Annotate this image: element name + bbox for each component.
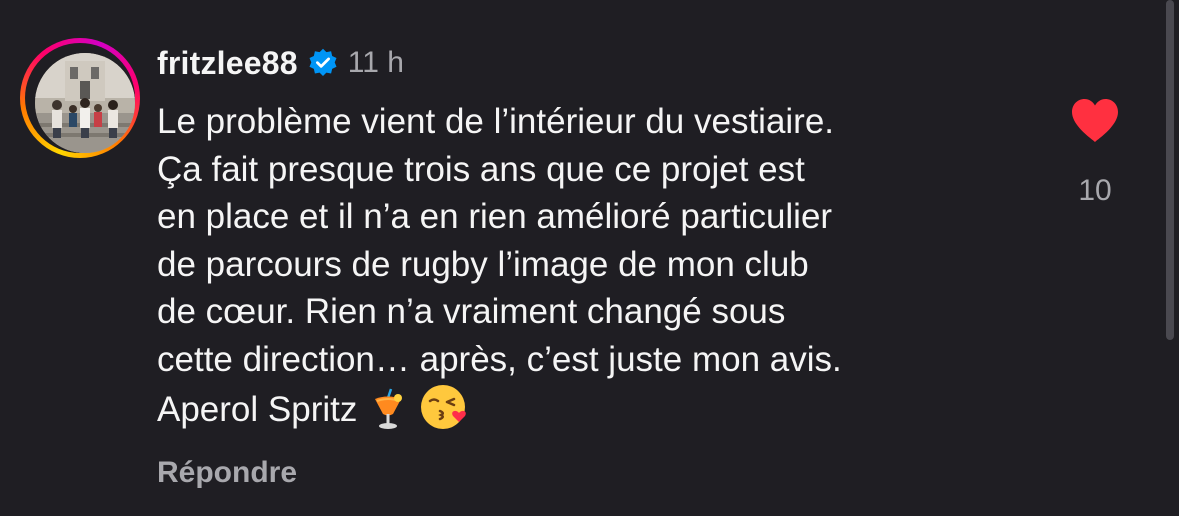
comment-line: en place et il n’a en rien amélioré part… xyxy=(157,197,833,236)
comment-timestamp: 11 h xyxy=(347,46,404,79)
kissing-heart-face-icon xyxy=(419,383,471,444)
reply-button[interactable]: Répondre xyxy=(157,456,297,490)
like-heart-icon[interactable] xyxy=(1070,98,1120,144)
scrollbar[interactable] xyxy=(1166,0,1174,340)
tropical-drink-icon xyxy=(371,387,405,444)
like-count: 10 xyxy=(1078,174,1112,207)
comment-line: Le problème vient de l’intérieur du vest… xyxy=(157,102,835,141)
comment-last-line: Aperol Spritz xyxy=(157,383,1057,444)
comment-line: de cœur. Rien n’a vraiment changé sous xyxy=(157,292,786,331)
avatar-photo xyxy=(35,53,135,153)
username[interactable]: fritzlee88 xyxy=(157,45,298,82)
comment-line: Ça fait presque trois ans que ce projet … xyxy=(157,149,805,189)
verified-badge-icon xyxy=(308,48,338,78)
comment-text: Le problème vient de l’intérieur du vest… xyxy=(157,98,1057,444)
comment-line: de parcours de rugby l’image de mon club xyxy=(157,244,809,284)
comment-line: cette direction… après, c’est juste mon … xyxy=(157,339,842,379)
comment-line: Aperol Spritz xyxy=(157,390,358,429)
avatar[interactable] xyxy=(20,38,140,158)
comment-header: fritzlee88 11 h xyxy=(157,42,404,84)
